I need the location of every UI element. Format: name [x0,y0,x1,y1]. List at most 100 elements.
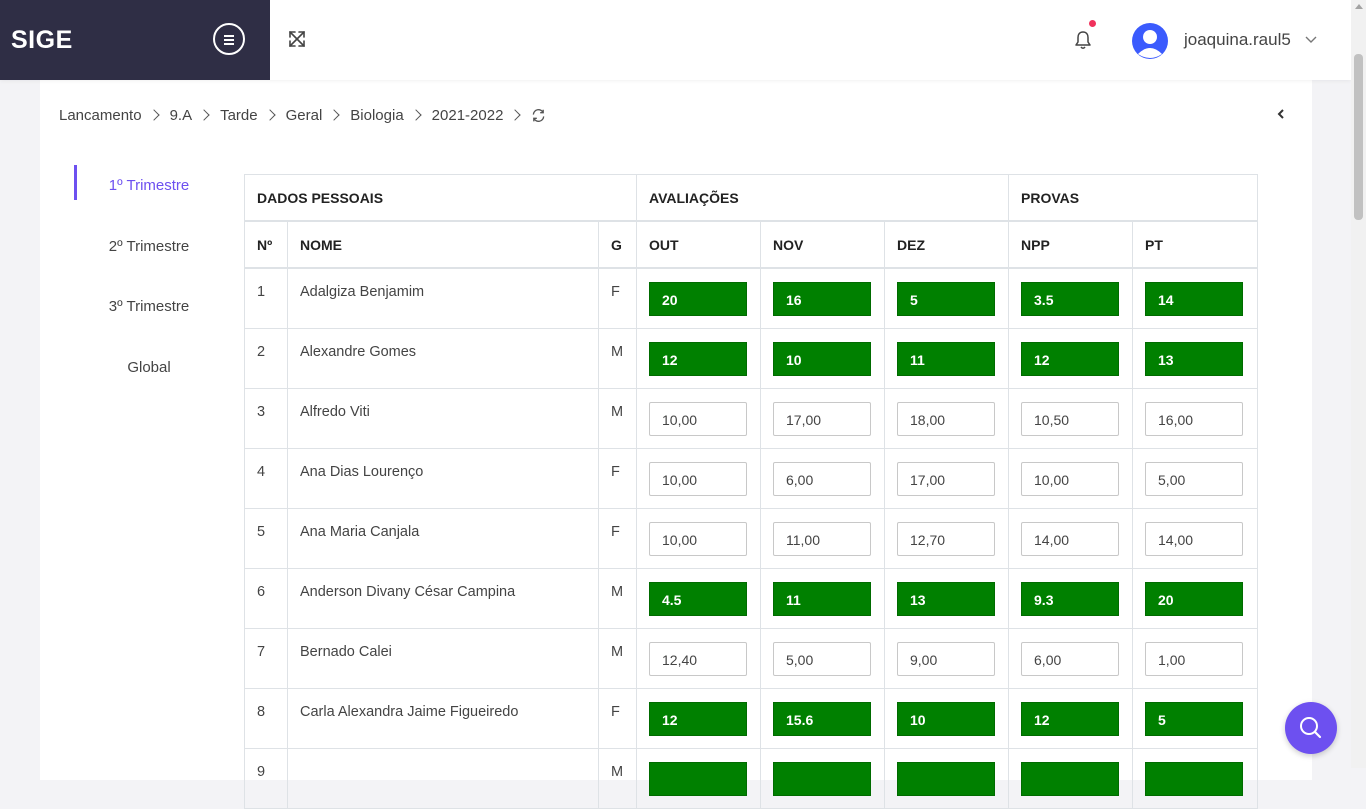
menu-icon[interactable] [213,23,245,55]
grade-value [773,762,871,796]
column-header: PT [1132,220,1259,269]
refresh-icon[interactable] [531,108,546,123]
grade-cell-pt: 5,00 [1132,448,1259,509]
grade-input[interactable]: 12,40 [649,642,747,676]
tab-global[interactable]: Global [74,347,204,408]
tab-2-trimestre[interactable]: 2º Trimestre [74,226,204,287]
chevron-left-icon[interactable] [1276,108,1286,120]
grade-input[interactable]: 1,00 [1145,642,1244,676]
grade-cell-dez: 10 [883,688,1010,749]
chevron-right-icon [147,109,160,121]
column-header: NOME [287,220,599,269]
tab-1-trimestre[interactable]: 1º Trimestre [74,165,204,226]
grade-input[interactable]: 12,70 [897,522,995,556]
grade-cell-pt: 14 [1132,267,1259,329]
grade-cell-nov: 11 [760,568,885,629]
student-number: 3 [244,388,288,449]
student-name: Alfredo Viti [287,388,599,449]
grade-cell-npp: 14,00 [1008,508,1134,569]
grade-input[interactable]: 18,00 [897,402,995,436]
grade-value: 4.5 [649,582,747,616]
grade-cell-npp: 6,00 [1008,628,1134,689]
grade-input[interactable]: 9,00 [897,642,995,676]
student-number: 1 [244,267,288,329]
grade-cell-nov: 17,00 [760,388,885,449]
grade-input[interactable]: 6,00 [1021,642,1120,676]
grade-value: 20 [1145,582,1244,616]
grade-input[interactable]: 14,00 [1021,522,1120,556]
grade-input[interactable]: 14,00 [1145,522,1244,556]
fullscreen-icon[interactable] [288,30,306,48]
grade-input[interactable]: 17,00 [897,462,995,496]
grade-input[interactable]: 5,00 [773,642,871,676]
tab-label: 3º Trimestre [108,298,190,315]
grade-input[interactable]: 17,00 [773,402,871,436]
breadcrumb-item[interactable]: Biologia [350,107,403,124]
student-name [287,748,599,809]
student-number: 6 [244,568,288,629]
grade-cell-dez: 9,00 [883,628,1010,689]
grade-cell-pt: 20 [1132,568,1259,629]
grade-input[interactable]: 10,50 [1021,402,1120,436]
user-avatar-icon[interactable] [1131,22,1169,60]
breadcrumb-item[interactable]: 9.A [170,107,193,124]
search-icon [1300,717,1322,739]
username[interactable]: joaquina.raul5 [1184,30,1291,50]
brand-logo[interactable]: SIGE [11,26,73,55]
group-header: DADOS PESSOAIS [244,174,637,222]
table-row: 7 Bernado Calei M 12,40 5,00 9,00 6,00 1,00 [244,628,1259,689]
breadcrumb-item[interactable]: Lancamento [59,107,142,124]
grade-cell-npp: 10,50 [1008,388,1134,449]
grade-value: 9.3 [1021,582,1120,616]
breadcrumb-item[interactable]: Tarde [220,107,258,124]
grade-value [649,762,747,796]
student-name: Ana Maria Canjala [287,508,599,569]
grade-input[interactable]: 16,00 [1145,402,1244,436]
grade-cell-nov [760,748,885,809]
tab-label: 1º Trimestre [108,177,190,194]
grade-cell-pt: 5 [1132,688,1259,749]
content-card: Lancamento 9.A Tarde Geral Biologia 2021… [40,80,1312,809]
chevron-right-icon [328,109,340,121]
grade-input[interactable]: 10,00 [649,462,747,496]
table-row: 1 Adalgiza Benjamim F 20 16 5 3.5 14 [244,267,1259,329]
student-gender: M [598,328,637,389]
student-number: 7 [244,628,288,689]
grade-input[interactable]: 5,00 [1145,462,1244,496]
grade-cell-out: 10,00 [636,508,761,569]
chevron-right-icon [509,109,522,121]
grade-cell-out: 4.5 [636,568,761,629]
chevron-down-icon[interactable] [1305,36,1317,44]
scroll-thumb[interactable] [1354,54,1363,220]
brand-panel: SIGE [0,0,270,80]
page-scrollbar[interactable] [1351,0,1366,768]
grade-value: 14 [1145,282,1244,316]
grade-value: 15.6 [773,702,871,736]
grade-cell-dez: 13 [883,568,1010,629]
student-gender: M [598,568,637,629]
grade-cell-npp: 12 [1008,328,1134,389]
grade-value: 5 [1145,702,1244,736]
grade-cell-nov: 11,00 [760,508,885,569]
grade-input[interactable]: 6,00 [773,462,871,496]
student-gender: M [598,628,637,689]
grade-cell-pt [1132,748,1259,809]
breadcrumb-item[interactable]: Geral [286,107,323,124]
grade-value: 13 [897,582,995,616]
grade-input[interactable]: 10,00 [1021,462,1120,496]
grade-input[interactable]: 10,00 [649,522,747,556]
student-gender: F [598,448,637,509]
chevron-right-icon [198,109,210,121]
floating-search-button[interactable] [1285,702,1337,754]
grade-cell-dez: 11 [883,328,1010,389]
grade-input[interactable]: 10,00 [649,402,747,436]
grade-input[interactable]: 11,00 [773,522,871,556]
student-number: 5 [244,508,288,569]
bell-icon[interactable] [1074,30,1092,50]
scroll-up-arrow[interactable] [1355,4,1363,9]
tab-3-trimestre[interactable]: 3º Trimestre [74,286,204,347]
breadcrumb-item[interactable]: 2021-2022 [432,107,504,124]
column-header: Nº [244,220,288,269]
student-number: 9 [244,748,288,809]
grade-cell-out: 20 [636,267,761,329]
